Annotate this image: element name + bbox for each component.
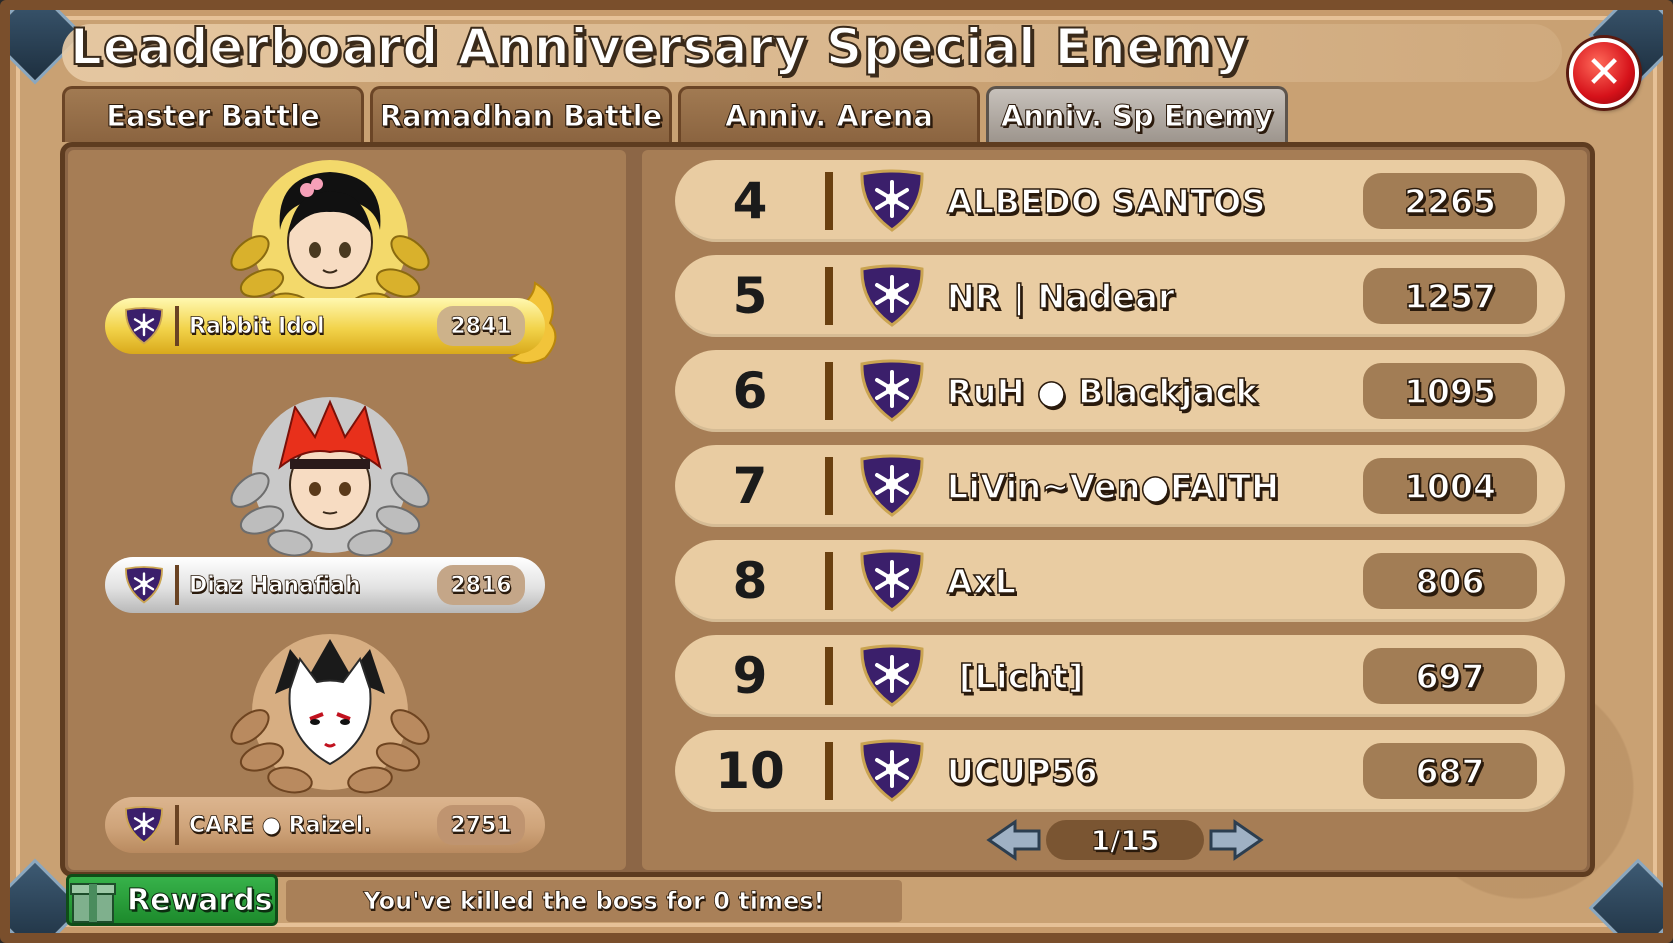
row-divider <box>825 742 833 800</box>
ranking-row[interactable]: 10 UCUP56 687 <box>675 730 1565 812</box>
player-score: 2816 <box>437 565 525 605</box>
player-name: LiVin~Ven●FAITH <box>946 466 1280 507</box>
rewards-button[interactable]: Rewards <box>66 874 278 926</box>
top-player-2[interactable]: Diaz Hanafiah 2816 <box>100 395 590 625</box>
row-divider <box>825 647 833 705</box>
nameplate-divider <box>175 805 179 845</box>
row-divider <box>825 552 833 610</box>
ranking-row[interactable]: 8 AxL 806 <box>675 540 1565 622</box>
top-player-3[interactable]: CARE ● Raizel. 2751 <box>100 632 590 862</box>
clan-shield-icon <box>860 264 924 327</box>
top-player-1[interactable]: Rabbit Idol 2841 <box>100 158 590 388</box>
player-score: 2265 <box>1363 173 1537 229</box>
clan-shield-icon <box>860 169 924 232</box>
ranking-row[interactable]: 4 ALBEDO SANTOS 2265 <box>675 160 1565 242</box>
pagination: 1/15 <box>982 818 1268 862</box>
rank-number: 6 <box>732 362 768 420</box>
player-score: 1095 <box>1363 363 1537 419</box>
page-title: Leaderboard Anniversary Special Enemy <box>69 17 1249 77</box>
rank-number: 4 <box>732 172 768 230</box>
rank-number: 10 <box>715 742 785 800</box>
close-icon: ✕ <box>1585 47 1623 98</box>
player-name: CARE ● Raizel. <box>189 812 372 838</box>
player-score: 2751 <box>437 805 525 845</box>
ranking-row[interactable]: 5 NR | Nadear 1257 <box>675 255 1565 337</box>
rank-number: 7 <box>732 457 768 515</box>
player-score: 697 <box>1363 648 1537 704</box>
player-avatar <box>279 172 381 289</box>
row-divider <box>825 172 833 230</box>
player-score: 1004 <box>1363 458 1537 514</box>
row-divider <box>825 457 833 515</box>
clan-shield-icon <box>860 739 924 802</box>
clan-shield-icon <box>860 644 924 707</box>
player-nameplate: Rabbit Idol 2841 <box>105 298 545 354</box>
nameplate-divider <box>175 306 179 346</box>
player-name: UCUP56 <box>946 751 1098 792</box>
boss-kill-status: You've killed the boss for 0 times! <box>286 880 902 922</box>
arrow-left-icon <box>986 819 1041 861</box>
player-name: Diaz Hanafiah <box>189 572 362 598</box>
tab-bar: Easter Battle Ramadhan Battle Anniv. Are… <box>62 86 1294 142</box>
rewards-label: Rewards <box>127 882 274 918</box>
player-nameplate: Diaz Hanafiah 2816 <box>105 557 545 613</box>
ranking-row[interactable]: 7 LiVin~Ven●FAITH 1004 <box>675 445 1565 527</box>
clan-shield-icon <box>860 549 924 612</box>
gift-box-icon <box>70 883 116 923</box>
rank-number: 5 <box>732 267 768 325</box>
arrow-right-icon <box>1209 819 1264 861</box>
nameplate-divider <box>175 565 179 605</box>
clan-shield-icon <box>125 566 163 604</box>
rank-number: 8 <box>732 552 768 610</box>
page-indicator: 1/15 <box>1046 820 1204 860</box>
player-score: 806 <box>1363 553 1537 609</box>
prev-page-button[interactable] <box>982 818 1046 862</box>
player-name: RuH ● Blackjack <box>946 371 1259 412</box>
player-score: 1257 <box>1363 268 1537 324</box>
ranking-row[interactable]: 9 [Licht] 697 <box>675 635 1565 717</box>
close-button[interactable]: ✕ <box>1569 38 1639 108</box>
tab-ramadhan-battle[interactable]: Ramadhan Battle <box>370 86 672 142</box>
tab-anniv-arena[interactable]: Anniv. Arena <box>678 86 980 142</box>
player-nameplate: CARE ● Raizel. 2751 <box>105 797 545 853</box>
tab-easter-battle[interactable]: Easter Battle <box>62 86 364 142</box>
player-avatar <box>278 399 382 530</box>
player-name: ALBEDO SANTOS <box>946 181 1266 222</box>
clan-shield-icon <box>125 806 163 844</box>
player-name: Rabbit Idol <box>189 313 325 339</box>
player-name: NR | Nadear <box>946 276 1175 317</box>
tab-anniv-sp-enemy[interactable]: Anniv. Sp Enemy <box>986 86 1288 142</box>
clan-shield-icon <box>860 454 924 517</box>
player-score: 687 <box>1363 743 1537 799</box>
player-name: AxL <box>946 561 1017 602</box>
next-page-button[interactable] <box>1204 818 1268 862</box>
player-score: 2841 <box>437 306 525 346</box>
row-divider <box>825 267 833 325</box>
player-name: [Licht] <box>947 656 1084 697</box>
row-divider <box>825 362 833 420</box>
clan-shield-icon <box>860 359 924 422</box>
player-avatar <box>275 639 385 766</box>
rank-number: 9 <box>732 647 768 705</box>
ranking-row[interactable]: 6 RuH ● Blackjack 1095 <box>675 350 1565 432</box>
clan-shield-icon <box>125 307 163 345</box>
